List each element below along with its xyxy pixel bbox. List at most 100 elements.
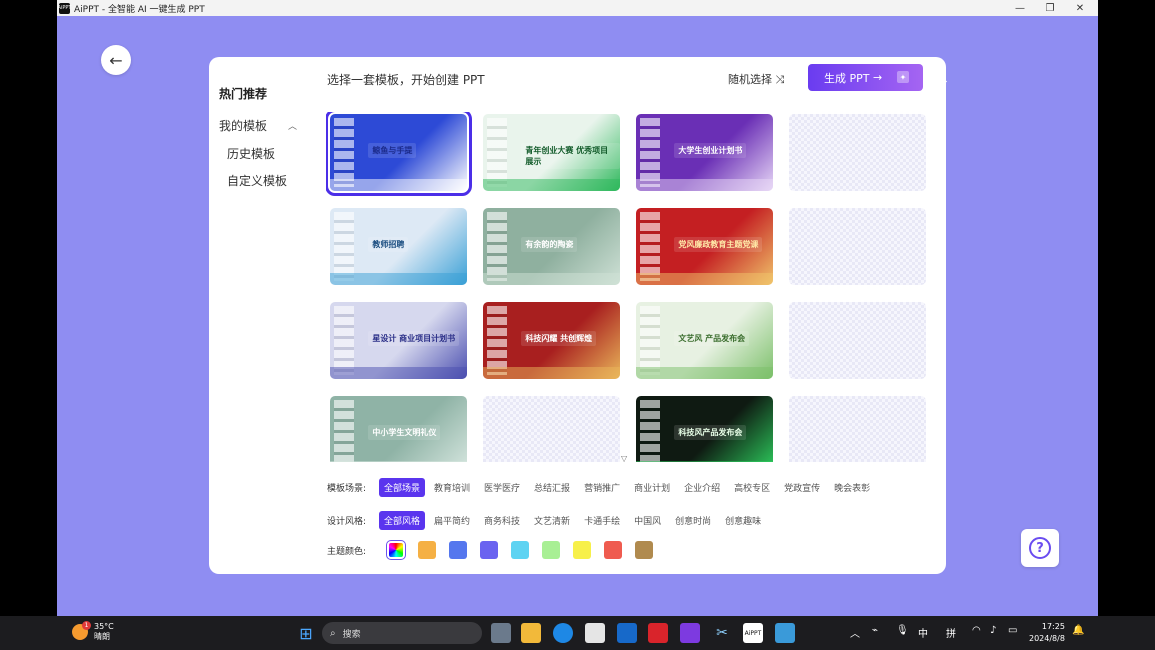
template-card[interactable]: 科技风产品发布会 xyxy=(636,396,773,462)
back-button[interactable]: ← xyxy=(101,45,131,75)
scroll-down-icon[interactable]: ▽ xyxy=(621,454,627,463)
maximize-icon[interactable]: ❐ xyxy=(1035,0,1065,16)
wifi-icon[interactable]: ◠ xyxy=(972,625,981,636)
template-card[interactable]: 文艺风 产品发布会 xyxy=(636,302,773,379)
color-swatch[interactable] xyxy=(480,541,498,559)
taskbar: 1 35°C 晴朗 ⊞ ⌕ 搜索 ✂ AiPPT ︿ ⌁ 🎙 中 拼 ◠ ♪ ▭ xyxy=(0,616,1155,650)
slide-thumbnails xyxy=(334,212,354,281)
aippt-taskbar-icon[interactable]: AiPPT xyxy=(743,623,763,643)
slide-thumbnails xyxy=(487,118,507,187)
app-icon-blue[interactable] xyxy=(617,623,637,643)
chevron-up-icon[interactable]: ︿ xyxy=(850,625,860,640)
style-chip[interactable]: 全部风格 xyxy=(379,511,426,530)
template-card[interactable]: 科技闪耀 共创辉煌 xyxy=(483,302,620,379)
notification-bell-icon[interactable]: 🔔 xyxy=(1072,625,1084,636)
scene-chip[interactable]: 晚会表彰 xyxy=(829,478,875,497)
slide-thumbnails xyxy=(640,118,660,187)
color-swatch[interactable] xyxy=(511,541,529,559)
scene-chip[interactable]: 商业计划 xyxy=(629,478,675,497)
scene-chip[interactable]: 党政宣传 xyxy=(779,478,825,497)
color-swatch[interactable] xyxy=(604,541,622,559)
template-card[interactable]: 星设计 商业项目计划书 xyxy=(330,302,467,379)
store-icon[interactable] xyxy=(585,623,605,643)
volume-icon[interactable]: ♪ xyxy=(990,625,996,636)
style-chip[interactable]: 文艺清新 xyxy=(529,511,575,530)
scene-chip[interactable]: 企业介绍 xyxy=(679,478,725,497)
sidebar-item-history[interactable]: 历史模板 xyxy=(227,145,275,162)
template-card[interactable] xyxy=(789,302,926,379)
wps-icon[interactable] xyxy=(648,623,668,643)
style-chip[interactable]: 扁平简约 xyxy=(429,511,475,530)
generate-ppt-button[interactable]: 生成 PPT → ✦ xyxy=(808,64,923,91)
app-icon-window[interactable] xyxy=(775,623,795,643)
microphone-icon[interactable]: 🎙 xyxy=(896,625,909,636)
template-card[interactable]: 鲸鱼与手提 xyxy=(326,112,472,196)
battery-icon[interactable]: ▭ xyxy=(1008,625,1017,636)
ime-chinese[interactable]: 中 xyxy=(918,625,928,640)
slide-thumbnails xyxy=(334,400,354,462)
shuffle-icon: ⤨ xyxy=(775,73,785,86)
edge-browser-icon[interactable] xyxy=(553,623,573,643)
style-filter-label: 设计风格: xyxy=(327,517,367,527)
template-card[interactable]: 青年创业大赛 优秀项目展示 xyxy=(483,114,620,191)
style-chip[interactable]: 创意趣味 xyxy=(720,511,766,530)
style-chip[interactable]: 中国风 xyxy=(629,511,666,530)
color-filter-label: 主题颜色: xyxy=(327,546,367,557)
desktop-screen: AiPPT AiPPT - 全智能 AI 一键生成 PPT — ❐ ✕ ← 热门… xyxy=(0,0,1155,650)
title-bar: AiPPT AiPPT - 全智能 AI 一键生成 PPT — ❐ ✕ xyxy=(57,0,1098,16)
slide-strip xyxy=(330,273,467,285)
weather-widget[interactable]: 1 35°C 晴朗 xyxy=(72,621,114,642)
scene-chip[interactable]: 教育培训 xyxy=(429,478,475,497)
app-logo-icon: AiPPT xyxy=(58,2,71,14)
template-card[interactable] xyxy=(789,208,926,285)
taskbar-search[interactable]: ⌕ 搜索 xyxy=(322,622,482,644)
color-filter-row: 主题颜色: xyxy=(327,540,666,560)
scene-chip[interactable]: 全部场景 xyxy=(379,478,426,497)
scene-chip[interactable]: 营销推广 xyxy=(579,478,625,497)
scene-chip[interactable]: 总结汇报 xyxy=(529,478,575,497)
ime-pinyin[interactable]: 拼 xyxy=(946,625,956,640)
sparkle-icon: ✦ xyxy=(897,71,909,83)
minimize-icon[interactable]: — xyxy=(1005,0,1035,16)
scene-chip[interactable]: 医学医疗 xyxy=(479,478,525,497)
slide-strip xyxy=(636,179,773,191)
color-swatch-all[interactable] xyxy=(386,540,406,560)
style-chip[interactable]: 创意时尚 xyxy=(670,511,716,530)
slide-strip xyxy=(483,367,620,379)
color-swatch[interactable] xyxy=(573,541,591,559)
file-explorer-icon[interactable] xyxy=(521,623,541,643)
style-chip[interactable]: 商务科技 xyxy=(479,511,525,530)
template-card[interactable] xyxy=(483,396,620,462)
app-icon-purple[interactable] xyxy=(680,623,700,643)
search-icon: ⌕ xyxy=(330,627,336,639)
color-swatch[interactable] xyxy=(542,541,560,559)
clock[interactable]: 17:25 2024/8/8 xyxy=(1029,621,1065,645)
template-card[interactable]: 教师招聘 xyxy=(330,208,467,285)
sidebar-item-my-templates[interactable]: 我的模板 xyxy=(219,117,267,134)
sidebar-item-custom[interactable]: 自定义模板 xyxy=(227,172,287,189)
task-view-icon[interactable] xyxy=(491,623,511,643)
sidebar-item-hot[interactable]: 热门推荐 xyxy=(219,85,267,102)
app-icon-figure[interactable]: ✂ xyxy=(712,623,732,643)
template-title: 大学生创业计划书 xyxy=(674,143,747,159)
template-card[interactable]: 中小学生文明礼仪 xyxy=(330,396,467,462)
color-swatch[interactable] xyxy=(418,541,436,559)
slide-strip xyxy=(483,273,620,285)
windows-start-icon[interactable]: ⊞ xyxy=(296,623,316,643)
template-card[interactable]: 大学生创业计划书 xyxy=(636,114,773,191)
template-card[interactable]: 党风廉政教育主题党课 xyxy=(636,208,773,285)
template-card[interactable] xyxy=(789,396,926,462)
template-card[interactable] xyxy=(789,114,926,191)
random-select-button[interactable]: 随机选择 ⤨ xyxy=(728,71,784,87)
scene-chip[interactable]: 高校专区 xyxy=(729,478,775,497)
network-off-icon[interactable]: ⌁ xyxy=(872,625,878,636)
color-swatch[interactable] xyxy=(449,541,467,559)
help-button[interactable]: ? xyxy=(1021,529,1059,567)
template-card[interactable]: 有余韵的陶瓷 xyxy=(483,208,620,285)
color-swatch[interactable] xyxy=(635,541,653,559)
slide-thumbnails xyxy=(334,118,354,187)
style-chip[interactable]: 卡通手绘 xyxy=(579,511,625,530)
close-icon[interactable]: ✕ xyxy=(1065,0,1095,16)
template-grid: 鲸鱼与手提 青年创业大赛 优秀项目展示 大学生创业计划书教师招聘 有余韵的陶瓷 党风廉政… xyxy=(326,112,926,462)
chevron-up-icon[interactable]: ︿ xyxy=(288,119,297,132)
